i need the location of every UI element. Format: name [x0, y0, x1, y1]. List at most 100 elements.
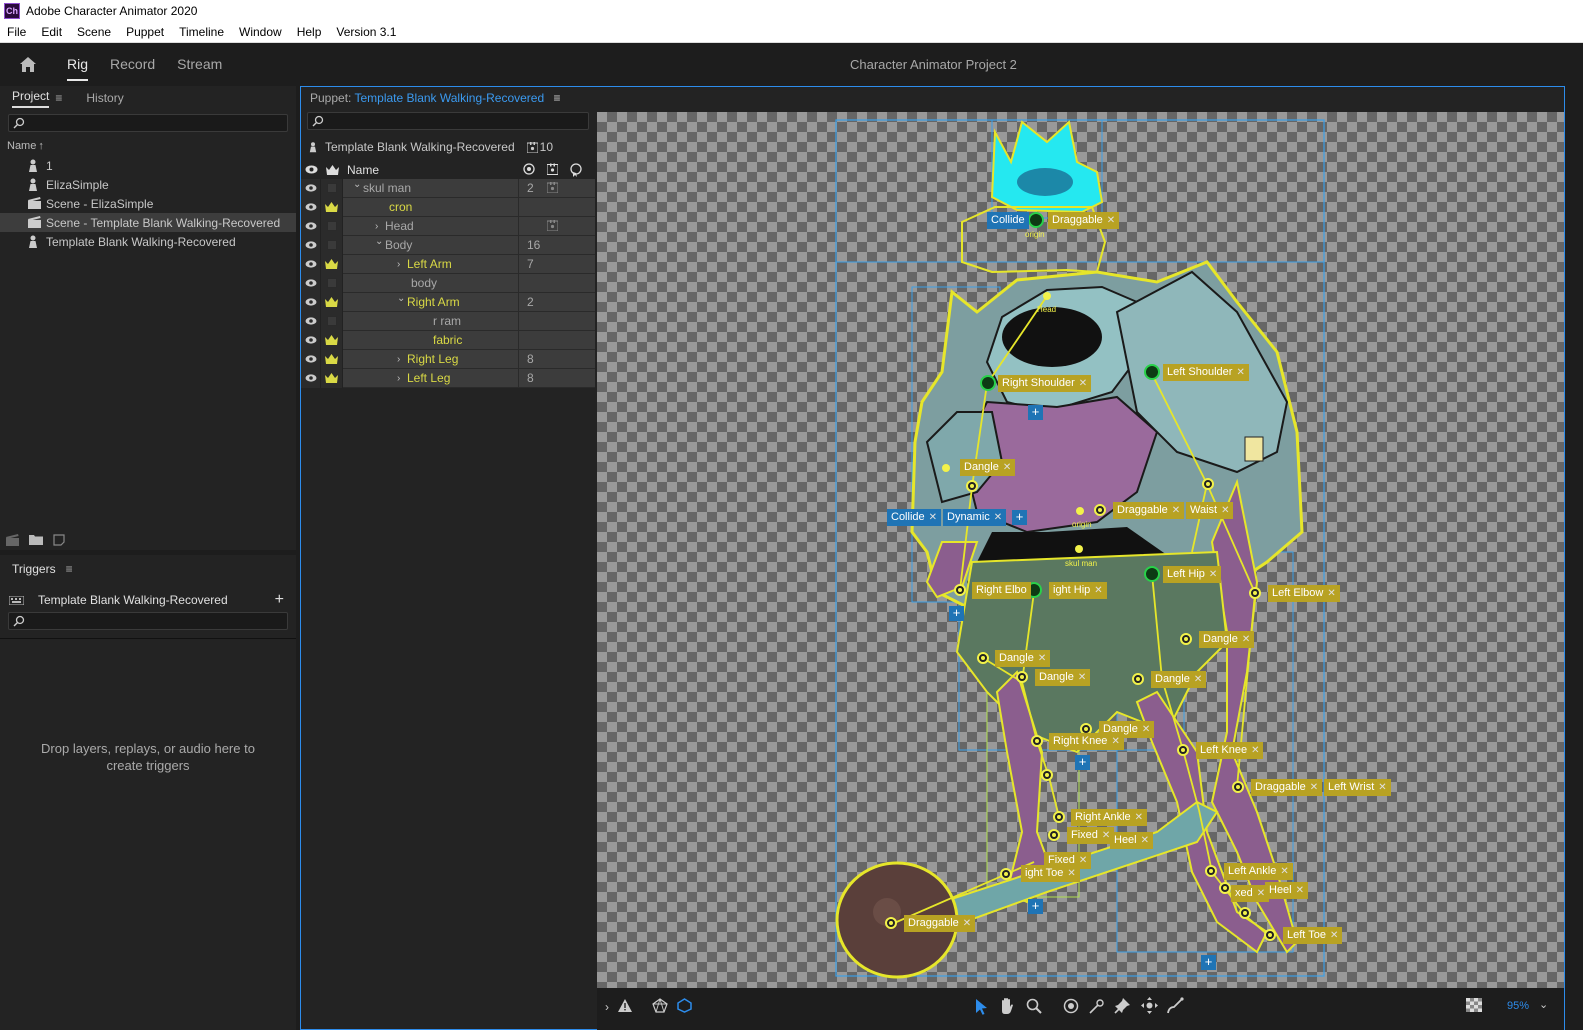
- dragger-tool-icon[interactable]: [1141, 997, 1158, 1014]
- expand-chevron-icon[interactable]: ›: [375, 221, 378, 232]
- waist-tag[interactable]: Waist ✕: [1186, 502, 1234, 519]
- right-elbow-tag[interactable]: Right Elbo: [972, 582, 1031, 599]
- visibility-eye-icon[interactable]: [301, 235, 321, 255]
- waist-handle[interactable]: [1202, 478, 1214, 490]
- pin-tool-icon[interactable]: [1114, 997, 1131, 1014]
- puppet-root-row[interactable]: Template Blank Walking-Recovered 10: [309, 138, 595, 156]
- independent-crown-icon[interactable]: [321, 254, 343, 274]
- dangle-handle[interactable]: [966, 480, 978, 492]
- dangle-tag[interactable]: Dangle ✕: [995, 650, 1051, 667]
- add-handle-button[interactable]: +: [949, 606, 964, 621]
- collapse-chevron-icon[interactable]: ⌄: [397, 293, 405, 304]
- project-item[interactable]: ElizaSimple: [0, 175, 296, 194]
- mesh-icon[interactable]: [652, 998, 668, 1013]
- menu-puppet[interactable]: Puppet: [119, 25, 172, 39]
- tab-rig[interactable]: Rig: [56, 43, 99, 85]
- independent-crown-icon[interactable]: [321, 368, 343, 388]
- independent-crown-icon[interactable]: [321, 292, 343, 312]
- project-menu-icon[interactable]: ≡: [55, 91, 62, 105]
- crown-toggle[interactable]: [321, 311, 343, 331]
- collide-tag[interactable]: Collide: [987, 212, 1029, 229]
- layer-row[interactable]: › Left Arm 7: [301, 254, 595, 274]
- menu-version[interactable]: Version 3.1: [329, 25, 404, 39]
- draggable-tag[interactable]: Draggable ✕: [1048, 212, 1120, 229]
- triggers-search-input[interactable]: [8, 612, 288, 630]
- origin-tool-icon[interactable]: [1063, 998, 1079, 1014]
- collapse-chevron-icon[interactable]: ⌄: [375, 236, 383, 247]
- tags-icon[interactable]: [546, 219, 559, 234]
- add-handle-button[interactable]: +: [1075, 755, 1090, 770]
- stick-tool-icon[interactable]: [1167, 997, 1184, 1014]
- crown-toggle[interactable]: [321, 216, 343, 236]
- dangle-tag[interactable]: Dangle ✕: [1199, 631, 1255, 648]
- left-knee-handle[interactable]: [1177, 744, 1189, 756]
- tab-history[interactable]: History: [86, 91, 123, 105]
- draggable-wrist-tag[interactable]: Draggable ✕: [1251, 779, 1323, 796]
- right-knee-handle[interactable]: [1031, 735, 1043, 747]
- visibility-eye-icon[interactable]: [301, 197, 321, 217]
- layer-row[interactable]: r ram: [301, 311, 595, 331]
- left-ankle-handle[interactable]: [1205, 865, 1217, 877]
- dynamic-tag[interactable]: Dynamic ✕: [943, 509, 1007, 526]
- puppet-name-link[interactable]: Template Blank Walking-Recovered: [355, 91, 545, 105]
- project-search-input[interactable]: [8, 114, 288, 132]
- select-tool-icon[interactable]: [975, 998, 988, 1015]
- layer-row[interactable]: › Right Leg 8: [301, 349, 595, 369]
- puppet-menu-icon[interactable]: ≡: [553, 91, 560, 105]
- tab-project[interactable]: Project: [12, 89, 50, 108]
- independent-crown-icon[interactable]: [321, 330, 343, 350]
- add-handle-button[interactable]: +: [1028, 405, 1043, 420]
- layer-row[interactable]: ⌄ Body 16: [301, 235, 595, 255]
- left-shoulder-tag[interactable]: Left Shoulder ✕: [1163, 364, 1249, 381]
- draggable-ball-handle[interactable]: [885, 917, 897, 929]
- dangle-handle[interactable]: [1180, 633, 1192, 645]
- layer-row[interactable]: ⌄ skul man 2: [301, 178, 595, 198]
- hand-tool-icon[interactable]: [999, 997, 1015, 1015]
- right-elbow-handle[interactable]: [954, 584, 966, 596]
- crown-toggle[interactable]: [321, 273, 343, 293]
- menu-edit[interactable]: Edit: [34, 25, 70, 39]
- right-toe-handle[interactable]: [1000, 868, 1012, 880]
- dangle-tag[interactable]: Dangle ✕: [960, 459, 1016, 476]
- menu-timeline[interactable]: Timeline: [172, 25, 232, 39]
- handle-tool-icon[interactable]: [1089, 997, 1106, 1014]
- left-hip-handle[interactable]: [1144, 566, 1160, 582]
- menu-window[interactable]: Window: [232, 25, 290, 39]
- right-knee-tag[interactable]: Right Knee ✕: [1049, 733, 1124, 750]
- origin-handle[interactable]: [1028, 212, 1044, 228]
- crown-toggle[interactable]: [321, 178, 343, 198]
- zoom-level[interactable]: 95%: [1507, 1000, 1529, 1012]
- visibility-eye-icon[interactable]: [301, 254, 321, 274]
- draggable-mid-tag[interactable]: Draggable ✕: [1113, 502, 1185, 519]
- dangle-tag[interactable]: Dangle ✕: [1035, 669, 1091, 686]
- left-wrist-tag[interactable]: Left Wrist ✕: [1324, 779, 1391, 796]
- add-handle-button[interactable]: +: [1201, 955, 1216, 970]
- add-trigger-button[interactable]: +: [275, 591, 284, 609]
- collide-tag-mid[interactable]: Collide ✕: [887, 509, 942, 526]
- project-item[interactable]: Template Blank Walking-Recovered: [0, 232, 296, 251]
- left-toe-tag[interactable]: Left Toe ✕: [1283, 927, 1343, 944]
- layer-row[interactable]: › Left Leg 8: [301, 368, 595, 388]
- add-tag-button[interactable]: +: [1012, 510, 1027, 525]
- fixed-handle[interactable]: [1048, 829, 1060, 841]
- visibility-eye-icon[interactable]: [301, 349, 321, 369]
- outline-icon[interactable]: [677, 998, 692, 1013]
- tab-stream[interactable]: Stream: [166, 43, 233, 85]
- expand-chevron-icon[interactable]: ›: [397, 373, 400, 384]
- expand-chevron-icon[interactable]: ›: [605, 1000, 609, 1014]
- independent-crown-icon[interactable]: [321, 349, 343, 369]
- fixed-handle[interactable]: [1219, 882, 1231, 894]
- menu-help[interactable]: Help: [290, 25, 330, 39]
- zoom-dropdown-chevron-icon[interactable]: ⌄: [1539, 998, 1548, 1011]
- tags-icon[interactable]: [546, 181, 559, 196]
- left-hip-tag[interactable]: Left Hip ✕: [1163, 566, 1222, 583]
- tab-record[interactable]: Record: [99, 43, 166, 85]
- project-item-selected[interactable]: Scene - Template Blank Walking-Recovered: [0, 213, 296, 232]
- left-toe-handle[interactable]: [1264, 929, 1276, 941]
- independent-crown-icon[interactable]: [321, 197, 343, 217]
- right-hip-tag[interactable]: ight Hip ✕: [1049, 582, 1107, 599]
- folder-icon[interactable]: [29, 534, 43, 545]
- left-knee-tag[interactable]: Left Knee ✕: [1196, 742, 1264, 759]
- right-ankle-tag[interactable]: Right Ankle ✕: [1071, 809, 1148, 826]
- transparency-grid-icon[interactable]: [1466, 998, 1482, 1012]
